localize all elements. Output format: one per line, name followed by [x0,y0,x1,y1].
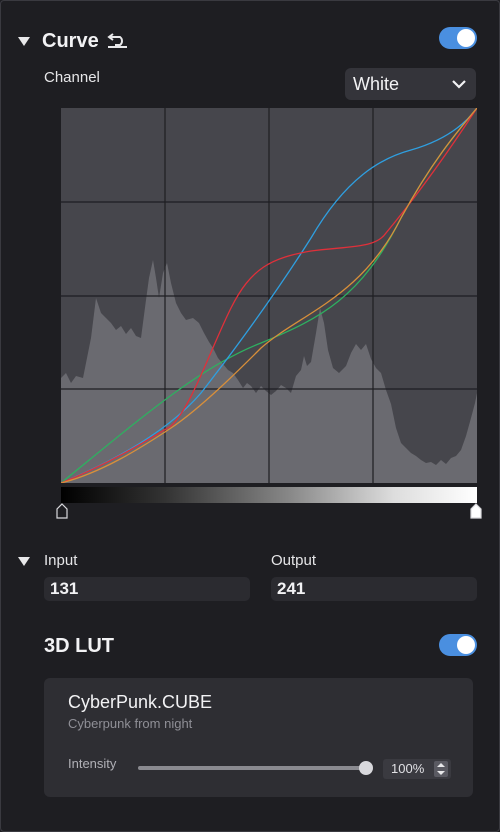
curve-toggle[interactable] [439,27,477,49]
intensity-value: 100% [391,761,425,776]
channel-value: White [353,73,400,94]
toggle-knob [457,29,475,47]
output-field[interactable]: 241 [271,577,477,601]
lut-description: Cyberpunk from night [68,716,193,731]
lut-card[interactable]: CyberPunk.CUBE Cyberpunk from night Inte… [44,678,473,797]
stepper-icon[interactable] [434,761,448,777]
curve-graph[interactable] [61,108,477,483]
channel-dropdown[interactable]: White [345,68,476,100]
channel-label: Channel [44,69,100,86]
white-point-handle[interactable] [470,503,482,519]
output-label: Output [271,552,317,569]
reset-undo-icon[interactable] [107,30,129,53]
lut-title: 3D LUT [44,635,114,657]
intensity-label: Intensity [68,756,117,771]
curve-header[interactable]: Curve [18,30,129,53]
input-label: Input [44,552,78,569]
curve-title: Curve [42,30,99,52]
intensity-value-box[interactable]: 100% [383,759,451,779]
lut-toggle[interactable] [439,634,477,656]
black-point-handle[interactable] [56,503,68,519]
chevron-down-icon [452,79,466,89]
collapse-triangle-icon[interactable] [18,37,30,46]
io-collapse-triangle-icon[interactable] [18,557,30,566]
toggle-knob [457,636,475,654]
intensity-slider-track[interactable] [138,766,366,770]
tone-gradient-bar [61,487,477,503]
input-field[interactable]: 131 [44,577,250,601]
lut-name: CyberPunk.CUBE [68,692,213,712]
intensity-slider-thumb[interactable] [359,761,373,775]
